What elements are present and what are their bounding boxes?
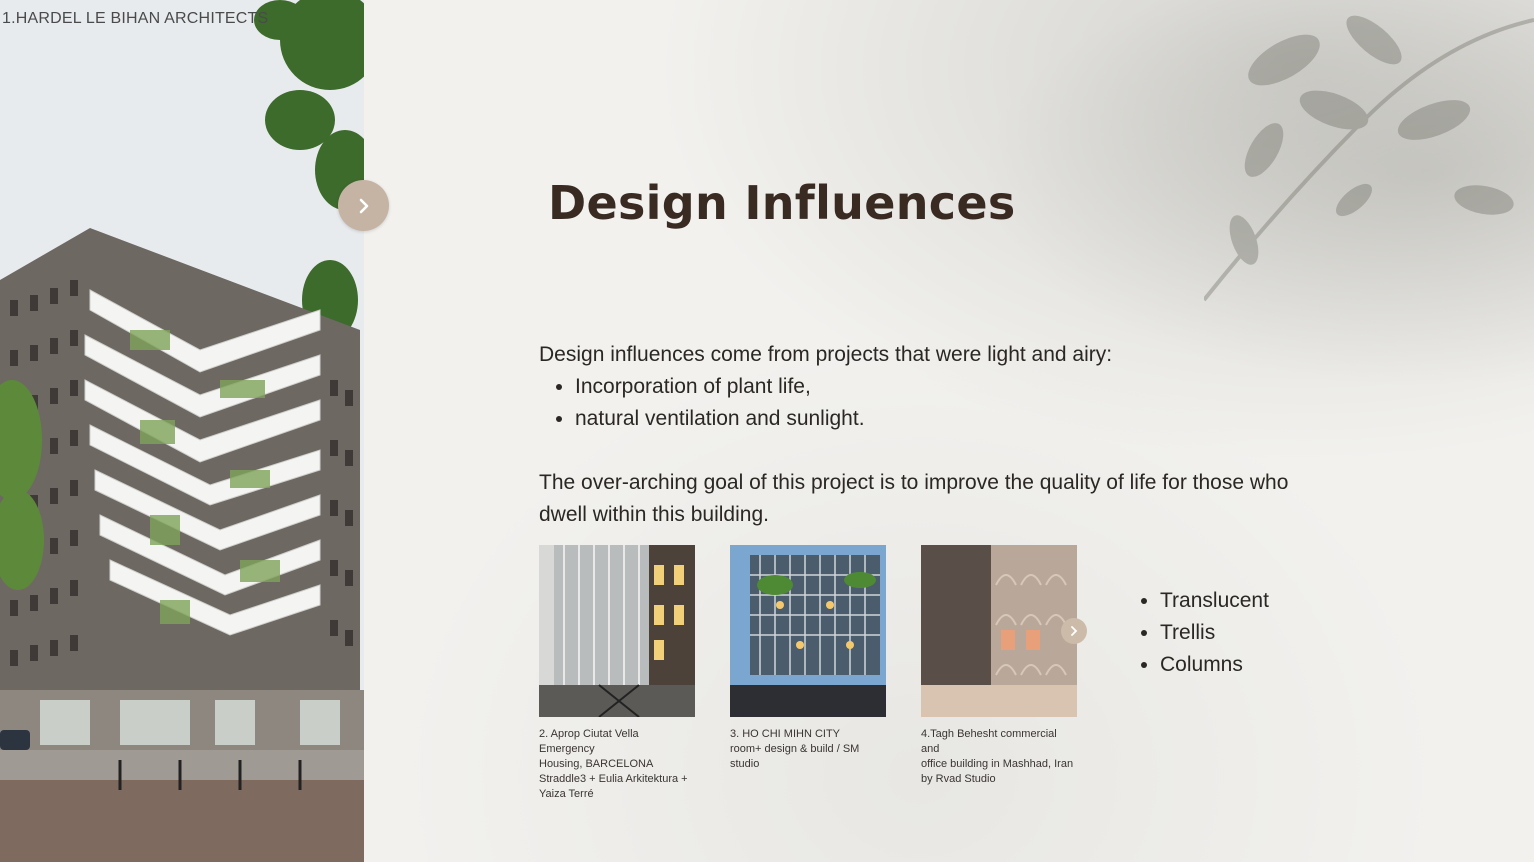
next-slide-button[interactable] <box>338 180 389 231</box>
body-text: Design influences come from projects tha… <box>539 339 1329 531</box>
reference-caption: 3. HO CHI MIHN CITY room+ design & build… <box>730 727 886 772</box>
caption-line: 2. Aprop Ciutat Vella Emergency <box>539 728 639 755</box>
building-illustration <box>0 0 364 862</box>
reference-caption: 4.Tagh Behesht commercial and office bui… <box>921 727 1077 787</box>
caption-line: by Rvad Studio <box>921 773 996 785</box>
reference-image <box>730 545 886 717</box>
caption-line: Straddle3 + Eulia Arkitektura + <box>539 773 688 785</box>
reference-image <box>539 545 695 717</box>
caption-line: Housing, BARCELONA <box>539 758 654 770</box>
caption-line: Yaiza Terré <box>539 788 594 800</box>
caption-line: room+ design & build / SM <box>730 743 860 755</box>
list-item: Trellis <box>1160 617 1269 649</box>
caption-line: office building in Mashhad, Iran <box>921 758 1074 770</box>
list-item: Incorporation of plant life, <box>575 371 1329 403</box>
caption-line: studio <box>730 758 760 770</box>
reference-card[interactable]: 2. Aprop Ciutat Vella Emergency Housing,… <box>539 545 695 802</box>
reference-caption: 2. Aprop Ciutat Vella Emergency Housing,… <box>539 727 695 802</box>
influence-list: Incorporation of plant life, natural ven… <box>539 371 1329 435</box>
caption-line: 4.Tagh Behesht commercial and <box>921 728 1057 755</box>
list-item: natural ventilation and sunlight. <box>575 403 1329 435</box>
reference-card[interactable]: 3. HO CHI MIHN CITY room+ design & build… <box>730 545 886 802</box>
reference-cards: 2. Aprop Ciutat Vella Emergency Housing,… <box>539 545 1077 802</box>
carousel-next-button[interactable] <box>1061 618 1087 644</box>
chevron-right-icon <box>1071 626 1078 636</box>
goal-text: The over-arching goal of this project is… <box>539 471 1289 526</box>
reference-image <box>921 545 1077 717</box>
hero-photo: 1.HARDEL LE BIHAN ARCHITECTS <box>0 0 364 862</box>
photo-caption: 1.HARDEL LE BIHAN ARCHITECTS <box>2 10 269 27</box>
intro-text: Design influences come from projects tha… <box>539 343 1113 366</box>
reference-card[interactable]: 4.Tagh Behesht commercial and office bui… <box>921 545 1077 802</box>
feature-list: Translucent Trellis Columns <box>1124 585 1269 681</box>
list-item: Columns <box>1160 649 1269 681</box>
chevron-right-icon <box>359 198 368 213</box>
leaf-shadow-decoration <box>1204 15 1534 302</box>
caption-line: 3. HO CHI MIHN CITY <box>730 728 841 740</box>
page-title: Design Influences <box>548 176 1016 230</box>
list-item: Translucent <box>1160 585 1269 617</box>
